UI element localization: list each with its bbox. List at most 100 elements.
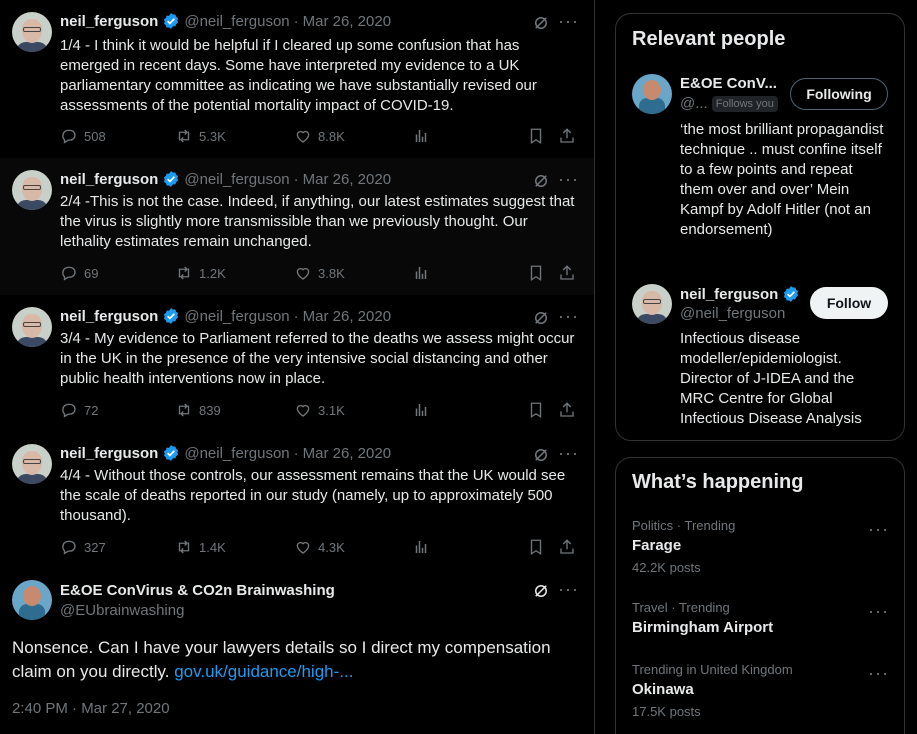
like-count: 3.1K (318, 402, 345, 418)
grok-icon[interactable] (532, 446, 550, 464)
like-icon (296, 541, 310, 554)
views-icon (415, 404, 427, 416)
avatar[interactable] (12, 170, 52, 210)
like-icon (296, 267, 310, 280)
like-button[interactable]: 3.1K (294, 401, 345, 419)
more-icon[interactable]: ··· (868, 664, 888, 682)
trend-item[interactable]: Travel · Trending Birmingham Airport (632, 600, 892, 636)
tweet-date[interactable]: Mar 26, 2020 (303, 13, 391, 30)
tweet-date[interactable]: Mar 26, 2020 (303, 308, 391, 325)
tweet-4[interactable]: neil_ferguson @neil_ferguson · Mar 26, 2… (0, 432, 594, 569)
more-icon[interactable]: ··· (558, 12, 578, 34)
like-button[interactable]: 3.8K (294, 264, 345, 282)
reply-icon (62, 540, 76, 555)
more-icon[interactable]: ··· (558, 307, 578, 329)
whats-happening-panel: What’s happening Politics · Trending Far… (615, 457, 905, 734)
bookmark-button[interactable] (527, 401, 551, 419)
person-handle[interactable]: @... (680, 95, 708, 112)
follows-you-badge: Follows you (711, 95, 778, 112)
column-divider (594, 0, 595, 734)
following-button[interactable]: Following (790, 78, 888, 110)
like-button[interactable]: 4.3K (294, 538, 345, 556)
trend-category: Travel · Trending (632, 600, 730, 615)
more-icon[interactable]: ··· (868, 520, 888, 538)
separator: · (293, 170, 299, 188)
avatar[interactable] (12, 444, 52, 484)
author-handle[interactable]: @neil_ferguson (184, 308, 289, 325)
person-bio: Infectious disease modeller/epidemiologi… (680, 330, 862, 427)
reply-button[interactable]: 327 (60, 538, 106, 556)
repost-count: 1.4K (199, 539, 226, 555)
focal-author-name[interactable]: E&OE ConVirus & CO2n Brainwashing (60, 582, 335, 599)
tweet-date[interactable]: Mar 26, 2020 (303, 445, 391, 462)
share-button[interactable] (558, 538, 582, 556)
person-handle-row: @... Follows you (680, 95, 778, 112)
tweet-header: neil_ferguson @neil_ferguson · Mar 26, 2… (60, 307, 391, 325)
person-handle[interactable]: @neil_ferguson (680, 305, 785, 322)
bookmark-button[interactable] (527, 264, 551, 282)
repost-button[interactable]: 1.4K (175, 538, 226, 556)
views-button[interactable] (412, 127, 436, 145)
follow-button[interactable]: Follow (810, 287, 888, 319)
reply-button[interactable]: 508 (60, 127, 106, 145)
person-name-row: neil_ferguson (680, 285, 804, 303)
grok-icon[interactable] (532, 14, 550, 32)
share-button[interactable] (558, 401, 582, 419)
tweet-text: 4/4 - Without those controls, our assess… (60, 467, 566, 524)
grok-icon[interactable] (532, 309, 550, 327)
bookmark-button[interactable] (527, 127, 551, 145)
like-count: 3.8K (318, 265, 345, 281)
focal-timestamp[interactable]: 2:40 PM · Mar 27, 2020 (12, 700, 170, 717)
tweet-3[interactable]: neil_ferguson @neil_ferguson · Mar 26, 2… (0, 295, 594, 432)
verified-icon (164, 13, 179, 29)
tweet-header: neil_ferguson @neil_ferguson · Mar 26, 2… (60, 444, 391, 462)
more-icon[interactable]: ··· (558, 580, 578, 602)
author-handle[interactable]: @neil_ferguson (184, 445, 289, 462)
tweet-actions: 72 839 3.1K (60, 401, 580, 421)
tweet-date[interactable]: Mar 26, 2020 (303, 171, 391, 188)
focal-author-handle[interactable]: @EUbrainwashing (60, 602, 184, 619)
tweet-2[interactable]: neil_ferguson @neil_ferguson · Mar 26, 2… (0, 158, 594, 295)
author-name[interactable]: neil_ferguson (60, 13, 158, 30)
repost-button[interactable]: 1.2K (175, 264, 226, 282)
person-name[interactable]: neil_ferguson (680, 286, 778, 303)
reply-count: 72 (84, 402, 99, 418)
more-icon[interactable]: ··· (558, 170, 578, 192)
avatar[interactable] (632, 284, 672, 324)
share-button[interactable] (558, 264, 582, 282)
separator: · (293, 307, 299, 325)
views-button[interactable] (412, 538, 436, 556)
views-button[interactable] (412, 401, 436, 419)
share-button[interactable] (558, 127, 582, 145)
reply-button[interactable]: 72 (60, 401, 98, 419)
author-name[interactable]: neil_ferguson (60, 308, 158, 325)
tweet-1[interactable]: neil_ferguson @neil_ferguson · Mar 26, 2… (0, 0, 594, 158)
views-icon (415, 267, 427, 279)
views-button[interactable] (412, 264, 436, 282)
trend-item[interactable]: Politics · Trending Farage 42.2K posts (632, 518, 892, 575)
avatar[interactable] (632, 74, 672, 114)
trend-name: Birmingham Airport (632, 619, 774, 636)
grok-icon[interactable] (532, 582, 550, 600)
relevant-people-panel: Relevant people E&OE ConV... @... Follow… (615, 13, 905, 441)
focal-link[interactable]: gov.uk/guidance/high-... (174, 662, 353, 681)
author-name[interactable]: neil_ferguson (60, 445, 158, 462)
grok-icon[interactable] (532, 172, 550, 190)
verified-icon (164, 445, 179, 461)
more-icon[interactable]: ··· (558, 444, 578, 466)
avatar[interactable] (12, 307, 52, 347)
author-handle[interactable]: @neil_ferguson (184, 171, 289, 188)
bookmark-button[interactable] (527, 538, 551, 556)
trend-item[interactable]: Trending in United Kingdom Okinawa 17.5K… (632, 662, 892, 719)
author-handle[interactable]: @neil_ferguson (184, 13, 289, 30)
repost-button[interactable]: 839 (175, 401, 221, 419)
avatar[interactable] (12, 12, 52, 52)
person-name[interactable]: E&OE ConV... (680, 75, 777, 92)
author-name[interactable]: neil_ferguson (60, 171, 158, 188)
repost-button[interactable]: 5.3K (175, 127, 226, 145)
reply-button[interactable]: 69 (60, 264, 98, 282)
like-button[interactable]: 8.8K (294, 127, 345, 145)
reply-count: 508 (84, 128, 106, 144)
more-icon[interactable]: ··· (868, 602, 888, 620)
avatar[interactable] (12, 580, 52, 620)
